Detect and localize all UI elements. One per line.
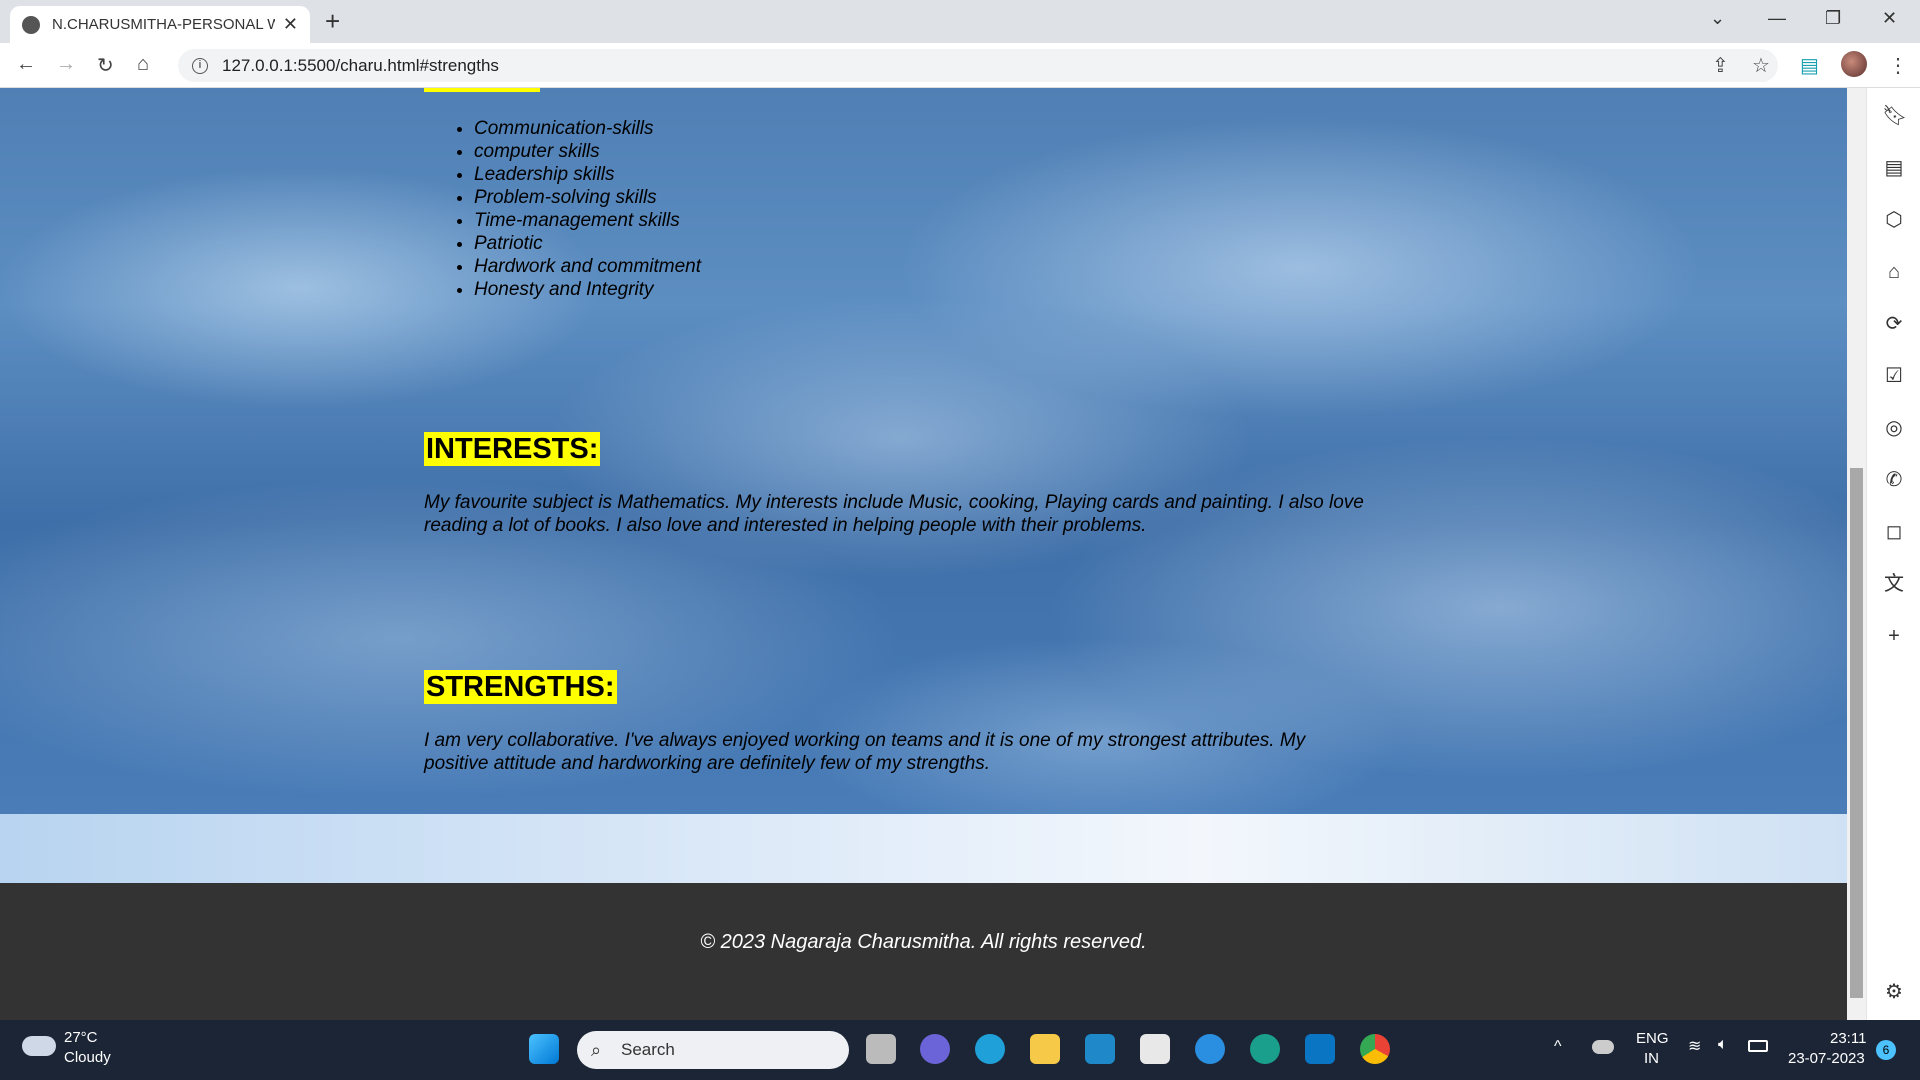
forward-button[interactable]: → [56,53,76,76]
reading-list-icon[interactable]: ▤ [1882,156,1906,180]
language-in[interactable]: IN [1644,1050,1659,1067]
temperature[interactable]: 27°C [64,1029,98,1046]
home-button[interactable]: ⌂ [137,53,149,76]
notification-badge[interactable]: 6 [1876,1040,1896,1060]
tag-icon[interactable]: ⌂ [1882,260,1906,284]
info-icon[interactable]: i [192,57,208,74]
search-icon: ⌕ [591,1039,602,1060]
address-toolbar: ← → ↻ ⌂ i 127.0.0.1:5500/charu.html#stre… [0,43,1920,88]
file-explorer-icon[interactable] [1030,1034,1060,1064]
strengths-text: I am very collaborative. I've always enj… [424,730,1306,774]
box-icon[interactable]: ⬡ [1882,208,1906,232]
interests-heading: INTERESTS: [424,432,601,466]
tab-search-icon[interactable]: ⌄ [1710,8,1725,29]
skills-list: Communication-skills computer skills Lea… [474,117,701,301]
heading-highlight [424,88,540,92]
scrollbar-thumb[interactable] [1850,468,1863,998]
close-window-button[interactable]: ✕ [1882,8,1897,29]
cloud-weather-icon [22,1036,56,1056]
minimize-button[interactable]: — [1768,8,1786,29]
tasks-icon[interactable]: ☑ [1882,364,1906,388]
bookmark-star-icon[interactable]: ☆ [1752,53,1770,78]
menu-icon[interactable]: ⋮ [1888,53,1908,78]
list-item: Problem-solving skills [474,186,701,209]
list-item: computer skills [474,140,701,163]
wifi-icon[interactable]: ≋ [1688,1036,1701,1056]
close-tab-icon[interactable]: ✕ [283,14,298,35]
myhp-icon[interactable] [1085,1034,1115,1064]
show-hidden-icons[interactable]: ^ [1554,1038,1562,1056]
profile-avatar[interactable] [1841,51,1867,77]
list-item: Patriotic [474,232,701,255]
strengths-heading: STRENGTHS: [424,670,617,704]
add-icon[interactable]: + [1882,624,1906,648]
battery-icon[interactable] [1748,1040,1768,1052]
footer: © 2023 Nagaraja Charusmitha. All rights … [0,883,1847,1020]
new-tab-button[interactable]: + [325,6,340,37]
edge-icon[interactable] [975,1034,1005,1064]
chat-icon[interactable] [920,1034,950,1064]
task-view-icon[interactable] [866,1034,896,1064]
address-bar[interactable]: i 127.0.0.1:5500/charu.html#strengths [178,49,1778,82]
instagram-icon[interactable]: ◻ [1882,520,1906,544]
microsoft-store-icon[interactable] [1140,1034,1170,1064]
whatsapp-icon[interactable]: ✆ [1882,468,1906,492]
weather-text[interactable]: Cloudy [64,1049,111,1066]
reload-button[interactable]: ↻ [97,53,114,78]
windows-start-icon[interactable] [529,1034,559,1064]
messenger-icon[interactable]: ◎ [1882,416,1906,440]
list-item: Leadership skills [474,163,701,186]
app-icon[interactable] [1250,1034,1280,1064]
clock-time[interactable]: 23:11 [1830,1030,1866,1047]
list-item: Hardwork and commitment [474,255,701,278]
taskbar: 27°C Cloudy ⌕ Search ^ ENG IN ≋ 🔈︎ 23:11… [0,1020,1920,1080]
onedrive-icon[interactable] [1592,1040,1614,1054]
search-label: Search [621,1040,675,1059]
back-button[interactable]: ← [16,53,36,76]
cloud-background [0,88,1847,814]
list-item: Time-management skills [474,209,701,232]
language-eng[interactable]: ENG [1636,1030,1669,1047]
extension-icon[interactable]: ▤ [1800,53,1819,78]
translate-icon[interactable]: 文 [1882,572,1906,596]
chrome-icon[interactable] [1360,1034,1390,1064]
tab-title: N.CHARUSMITHA-PERSONAL WE [52,16,275,33]
url-text: 127.0.0.1:5500/charu.html#strengths [222,55,499,75]
help-icon[interactable] [1195,1034,1225,1064]
sync-icon[interactable]: ⟳ [1882,312,1906,336]
clock-date[interactable]: 23-07-2023 [1788,1050,1865,1067]
edge-sidebar: 🔖︎ ▤ ⬡ ⌂ ⟳ ☑ ◎ ✆ ◻ 文 + ⚙ [1866,88,1920,1020]
bookmark-icon[interactable]: 🔖︎ [1882,104,1907,128]
page-content: Communication-skills computer skills Lea… [0,88,1847,1020]
maximize-button[interactable]: ❐ [1825,8,1841,29]
browser-tab[interactable]: N.CHARUSMITHA-PERSONAL WE ✕ [10,6,310,43]
copyright-text: © 2023 Nagaraja Charusmitha. All rights … [700,931,1147,953]
globe-icon [22,15,40,34]
tab-bar: N.CHARUSMITHA-PERSONAL WE ✕ + ⌄ — ❐ ✕ [0,0,1920,43]
list-item: Communication-skills [474,117,701,140]
settings-gear-icon[interactable]: ⚙ [1882,980,1906,1004]
volume-icon[interactable]: 🔈︎ [1718,1036,1728,1054]
interests-text: My favourite subject is Mathematics. My … [424,492,1364,536]
sky-strip [0,814,1847,883]
list-item: Honesty and Integrity [474,278,701,301]
taskbar-search[interactable]: ⌕ Search [577,1031,849,1069]
scrollbar[interactable] [1847,88,1866,1020]
vscode-icon[interactable] [1305,1034,1335,1064]
share-icon[interactable]: ⇪ [1712,53,1729,78]
